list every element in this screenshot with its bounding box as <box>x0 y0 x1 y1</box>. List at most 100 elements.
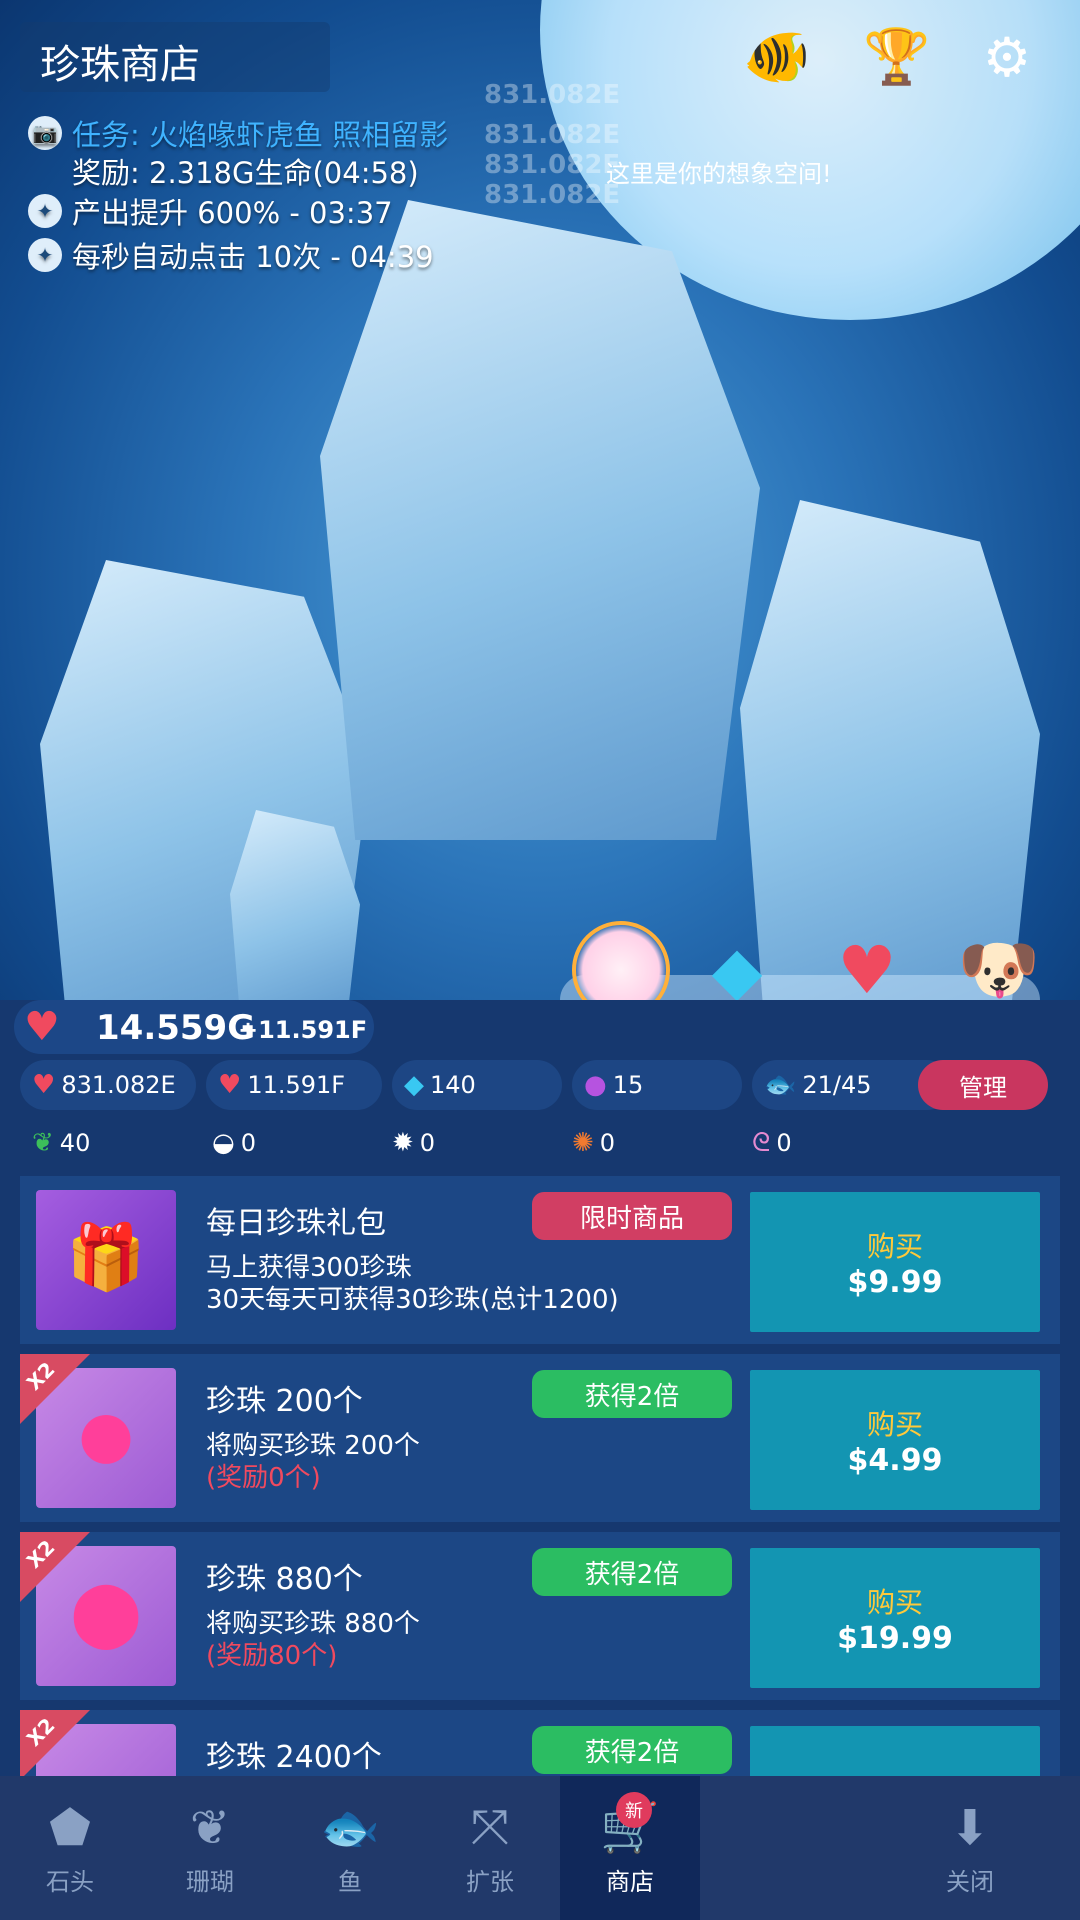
double-badge: 获得2倍 <box>532 1370 732 1418</box>
shrimp-value: 0 <box>776 1129 792 1157</box>
price-label: $9.99 <box>847 1264 943 1300</box>
item-desc: 将购买珍珠 880个 (奖励80个) <box>206 1608 420 1672</box>
quest-text: 任务: 火焰喙虾虎鱼 照相留影 <box>72 118 449 152</box>
reward-line: 奖励: 2.318G生命(04:58) <box>72 150 419 192</box>
limited-badge: 限时商品 <box>532 1192 732 1240</box>
sec-life-resource: ♥ 11.591F <box>206 1060 382 1110</box>
crab-resource: ✺ 0 <box>560 1118 740 1168</box>
buy-button[interactable]: 购买 $9.99 <box>750 1192 1040 1332</box>
buy-label: 购买 <box>866 1585 923 1619</box>
life-rate: +11.591F <box>238 1016 368 1044</box>
trophy-icon[interactable]: 🏆 <box>862 22 932 92</box>
item-name: 珍珠 2400个 <box>206 1740 382 1775</box>
buy-label: 购买 <box>866 1407 923 1441</box>
x2-label: X2 <box>21 1713 60 1751</box>
floating-value: 831.082E <box>484 80 621 110</box>
page-title: 珍珠商店 <box>40 42 200 88</box>
item-desc-line: 30天每天可获得30珍珠(总计1200) <box>206 1285 619 1315</box>
tab-close[interactable]: ⬇ 关闭 <box>900 1776 1040 1920</box>
autoclick-text: 每秒自动点击 10次 - 04:39 <box>72 240 434 274</box>
fish-value: 21/45 <box>802 1071 872 1099</box>
item-bonus: (奖励80个) <box>206 1641 338 1671</box>
pearl-thumb: ● <box>36 1368 176 1508</box>
seaweed-value: 40 <box>59 1129 91 1157</box>
price-label: $4.99 <box>847 1442 943 1478</box>
double-badge: 获得2倍 <box>532 1726 732 1774</box>
stone-icon: ⬟ <box>49 1799 91 1856</box>
life-heart-icon: ♥ <box>24 1004 60 1050</box>
buy-button[interactable]: 购买 $4.99 <box>750 1370 1040 1510</box>
double-badge: 获得2倍 <box>532 1548 732 1596</box>
x2-label: X2 <box>21 1357 60 1395</box>
buy-button[interactable]: 购买 <box>750 1726 1040 1776</box>
dog-icon: 🐶 <box>957 931 1041 1008</box>
tab-fish[interactable]: 🐟 鱼 <box>280 1776 420 1920</box>
item-desc-line: 马上获得300珍珠 <box>206 1253 412 1283</box>
shop-item: ⬤ X2 珍珠 880个 将购买珍珠 880个 (奖励80个) 获得2倍 购买 … <box>20 1532 1060 1700</box>
buy-button[interactable]: 购买 $19.99 <box>750 1548 1040 1688</box>
boost-text: 产出提升 600% - 03:37 <box>72 196 393 230</box>
seaweed-icon: ❦ <box>32 1128 54 1158</box>
expand-icon: ⤧ <box>470 1799 510 1855</box>
tab-coral[interactable]: ❦ 珊瑚 <box>140 1776 280 1920</box>
tab-label: 鱼 <box>338 1868 362 1896</box>
item-name: 每日珍珠礼包 <box>206 1206 386 1241</box>
gem-resource: ◆ 140 <box>392 1060 562 1110</box>
manage-button[interactable]: 管理 <box>918 1060 1048 1110</box>
item-desc-line: 将购买珍珠 880个 <box>206 1609 420 1639</box>
gift-chest-thumb: 🎁 <box>36 1190 176 1330</box>
pearl-thumb: ⬤ <box>36 1546 176 1686</box>
tab-label: 商店 <box>606 1868 654 1896</box>
tap-life-resource: ♥ 831.082E <box>20 1060 196 1110</box>
floating-value: 831.082E <box>484 150 621 180</box>
pearl-resource: ● 15 <box>572 1060 742 1110</box>
new-badge: 新 <box>616 1792 652 1828</box>
item-desc: 马上获得300珍珠 30天每天可获得30珍珠(总计1200) <box>206 1252 619 1316</box>
urchin-resource: ✹ 0 <box>380 1118 560 1168</box>
item-desc: 将购买珍珠 200个 (奖励0个) <box>206 1430 420 1494</box>
heart-icon: ♥ <box>837 931 897 1009</box>
urchin-value: 0 <box>419 1129 436 1157</box>
album-icon[interactable]: 🐠 <box>742 22 812 92</box>
floating-value: 831.082E <box>484 180 621 210</box>
buy-label: 购买 <box>866 1229 923 1263</box>
item-name: 珍珠 880个 <box>206 1562 363 1597</box>
bottom-tab-bar: ⬟ 石头 ❦ 珊瑚 🐟 鱼 ⤧ 扩张 🛒 商店 ⬇ 关闭 <box>0 1776 1080 1920</box>
tab-label: 珊瑚 <box>186 1867 234 1896</box>
close-down-icon: ⬇ <box>949 1799 991 1856</box>
shrimp-resource: ᘓ0 <box>740 1118 920 1168</box>
shop-item: 🎁 每日珍珠礼包 马上获得300珍珠 30天每天可获得30珍珠(总计1200) … <box>20 1176 1060 1344</box>
rock-center <box>320 200 760 840</box>
shop-item: X2 珍珠 2400个 获得2倍 购买 <box>20 1710 1060 1776</box>
reward-text: 奖励: 2.318G生命(04:58) <box>72 156 419 190</box>
gem-icon: ◆ <box>404 1070 424 1100</box>
shell-resource: ◒ 0 <box>200 1118 380 1168</box>
tab-spacer <box>700 1776 900 1920</box>
tab-label: 扩张 <box>466 1868 514 1896</box>
shop-item: ● X2 珍珠 200个 将购买珍珠 200个 (奖励0个) 获得2倍 购买 $… <box>20 1354 1060 1522</box>
shell-value: 0 <box>240 1129 256 1157</box>
gear-icon[interactable]: ⚙ <box>972 22 1042 92</box>
crab-value: 0 <box>599 1129 616 1157</box>
dream-text: 这里是你的想象空间! <box>606 160 832 188</box>
pearl-value: 15 <box>612 1071 644 1099</box>
autoclick-line: ✦ 每秒自动点击 10次 - 04:39 <box>28 234 434 276</box>
camera-icon: 📷 <box>28 116 62 150</box>
pearl-icon: ● <box>584 1070 607 1100</box>
x2-label: X2 <box>21 1535 60 1573</box>
gem-icon: ◆ <box>711 931 763 1009</box>
material-row: ❦ 40 ◒ 0 ✹ 0 ✺ 0 ᘓ0 <box>20 1118 1040 1164</box>
tab-stone[interactable]: ⬟ 石头 <box>0 1776 140 1920</box>
pearl-icon: ● <box>78 1398 134 1472</box>
seaweed-resource: ❦ 40 <box>20 1118 200 1168</box>
price-label: $19.99 <box>837 1620 953 1656</box>
life-total: 14.559G <box>96 1008 256 1048</box>
pearls-icon: ⬤ <box>70 1576 142 1650</box>
boost-line: ✦ 产出提升 600% - 03:37 <box>28 190 393 232</box>
tab-label: 关闭 <box>946 1867 994 1896</box>
tab-expand[interactable]: ⤧ 扩张 <box>420 1776 560 1920</box>
quest-line[interactable]: 📷 任务: 火焰喙虾虎鱼 照相留影 <box>28 112 448 154</box>
item-name: 珍珠 200个 <box>206 1384 363 1419</box>
boost-icon: ✦ <box>28 194 62 228</box>
gem-value: 140 <box>430 1071 476 1099</box>
